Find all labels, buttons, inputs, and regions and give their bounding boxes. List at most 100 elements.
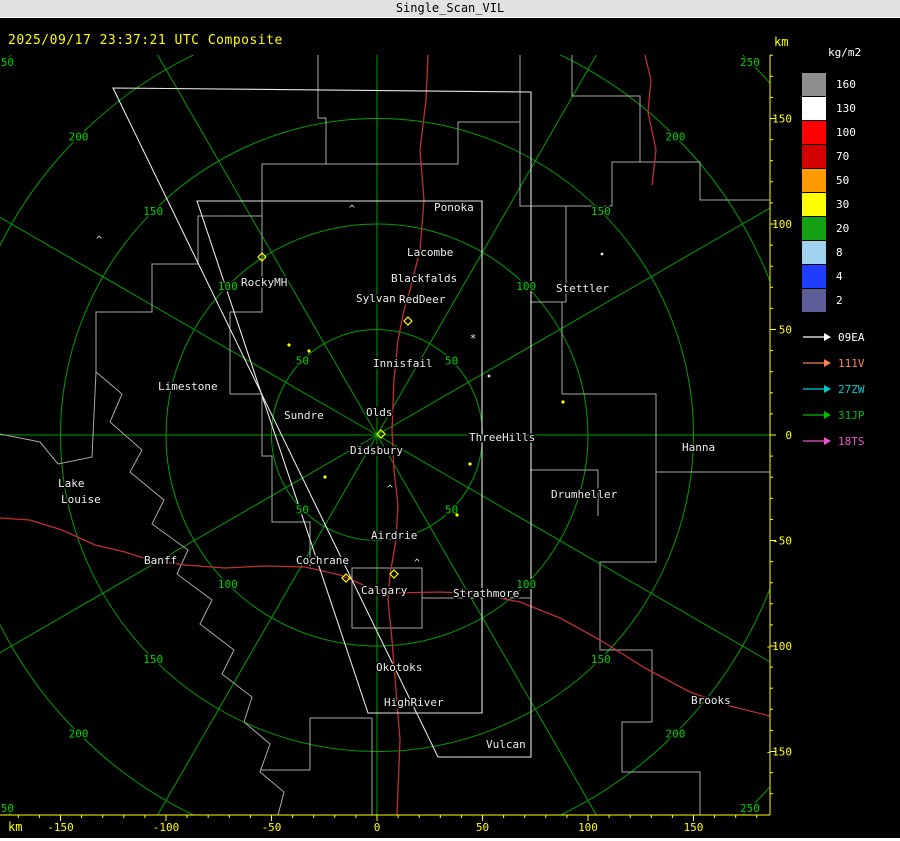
legend-level-label: 130 xyxy=(836,101,856,115)
ring-distance-label: 100 xyxy=(516,578,536,591)
legend-level-row: 30 xyxy=(802,192,898,216)
radar-id-label: 27ZW xyxy=(838,382,865,396)
radar-site-legend: 09EA 111V 27ZW 31JP 18TS xyxy=(802,324,898,454)
yellow-dot-marker xyxy=(287,343,291,347)
boundary-path xyxy=(351,567,423,629)
legend-level-label: 100 xyxy=(836,125,856,139)
ring-distance-label: 50 xyxy=(445,354,458,367)
town-label: Airdrie xyxy=(371,529,417,542)
bottom-axis-tick-label: 50 xyxy=(476,821,489,834)
legend-level-row: 130 xyxy=(802,96,898,120)
ring-distance-label: 200 xyxy=(665,131,685,144)
caret-marker: ^ xyxy=(349,204,355,215)
town-label: Cochrane xyxy=(296,554,349,567)
legend-level-row: 20 xyxy=(802,216,898,240)
ring-distance-label: 150 xyxy=(143,653,163,666)
town-label: Stettler xyxy=(556,282,609,295)
legend-units-label: kg/m2 xyxy=(828,46,862,59)
caret-marker: ^ xyxy=(414,558,420,569)
ring-distance-label: 200 xyxy=(665,727,685,740)
radar-id-label: 111V xyxy=(838,356,865,370)
caret-marker: ^ xyxy=(387,484,393,495)
radar-legend-row: 27ZW xyxy=(802,376,898,402)
ring-distance-label: 100 xyxy=(218,280,238,293)
town-label: Olds xyxy=(366,406,393,419)
bottom-axis-tick-label: 150 xyxy=(684,821,704,834)
boundary-path xyxy=(95,371,285,815)
town-label: Drumheller xyxy=(551,488,618,501)
bottom-axis-tick-label: -150 xyxy=(47,821,74,834)
bottom-axis-tick-label: 0 xyxy=(374,821,381,834)
town-label: Sylvan xyxy=(356,292,396,305)
color-swatch xyxy=(802,288,826,312)
color-swatch xyxy=(802,144,826,168)
radar-id-label: 18TS xyxy=(838,434,865,448)
white-dot-marker xyxy=(487,374,491,378)
boundary-path xyxy=(519,122,640,207)
town-label: Hanna xyxy=(682,441,715,454)
highway-path xyxy=(0,517,770,717)
radar-site-diamond-marker xyxy=(403,316,413,326)
legend-level-label: 4 xyxy=(836,269,843,283)
town-label: Vulcan xyxy=(486,738,526,751)
color-scale: 160 130 100 70 50 30 20 8 4 2 xyxy=(802,72,898,312)
legend-level-row: 70 xyxy=(802,144,898,168)
color-swatch xyxy=(802,96,826,120)
yellow-dot-marker xyxy=(468,462,472,466)
town-label: Didsbury xyxy=(350,444,403,457)
station-markers: ^ ^ ^ ^ * xyxy=(96,204,604,583)
scan-coverage-boxes xyxy=(112,87,532,758)
yellow-dot-marker xyxy=(307,349,311,353)
radar-arrow-icon xyxy=(803,411,831,419)
legend-panel: kg/m2 160 130 100 70 50 30 20 8 4 2 09EA 111V 27ZW 3… xyxy=(802,46,898,454)
azimuth-spoke xyxy=(0,216,378,436)
legend-level-row: 2 xyxy=(802,288,898,312)
radar-legend-row: 111V xyxy=(802,350,898,376)
color-swatch xyxy=(802,216,826,240)
right-axis-tick-label: 150 xyxy=(772,113,792,126)
radar-id-label: 09EA xyxy=(838,330,865,344)
legend-level-label: 2 xyxy=(836,293,843,307)
town-label: Okotoks xyxy=(376,661,422,674)
boundary-path xyxy=(530,301,770,473)
boundary-path xyxy=(260,717,372,771)
ring-distance-label: 250 xyxy=(0,802,14,815)
right-axis-tick-label: -100 xyxy=(766,640,793,653)
radar-arrow-icon xyxy=(803,359,831,367)
town-label: HighRiver xyxy=(384,696,444,709)
color-swatch xyxy=(802,120,826,144)
legend-level-row: 160 xyxy=(802,72,898,96)
boundary-path xyxy=(571,55,770,201)
radar-map-canvas[interactable]: 5050505010010010010015015015015020020020… xyxy=(0,0,900,841)
asterisk-marker: * xyxy=(470,332,477,345)
town-label: Brooks xyxy=(691,694,731,707)
scan-box-outline xyxy=(112,87,532,758)
right-axis-tick-label: -50 xyxy=(772,535,792,548)
ring-distance-label: 150 xyxy=(591,205,611,218)
color-swatch xyxy=(802,72,826,96)
ring-distance-label: 250 xyxy=(740,802,760,815)
legend-level-label: 8 xyxy=(836,245,843,259)
boundary-path xyxy=(0,371,97,465)
ring-distance-label: 100 xyxy=(516,280,536,293)
ring-distance-label: 150 xyxy=(591,653,611,666)
ring-distance-label: 150 xyxy=(143,205,163,218)
town-label: Blackfalds xyxy=(391,272,457,285)
white-dot-marker xyxy=(600,252,604,256)
radar-id-label: 31JP xyxy=(838,408,865,422)
radar-legend-row: 18TS xyxy=(802,428,898,454)
legend-level-row: 100 xyxy=(802,120,898,144)
caret-marker: ^ xyxy=(96,235,102,246)
yellow-dot-marker xyxy=(323,475,327,479)
legend-level-label: 20 xyxy=(836,221,850,235)
color-swatch xyxy=(802,264,826,288)
ring-distance-label: 250 xyxy=(740,56,760,69)
right-axis-tick-label: 0 xyxy=(785,429,792,442)
bottom-axis-tick-label: 100 xyxy=(578,821,598,834)
radar-arrow-icon xyxy=(803,437,831,445)
town-label: RedDeer xyxy=(399,293,446,306)
legend-level-label: 160 xyxy=(836,77,856,91)
town-label: Ponoka xyxy=(434,201,474,214)
town-label: Innisfail xyxy=(373,357,433,370)
highway-path xyxy=(644,55,657,186)
